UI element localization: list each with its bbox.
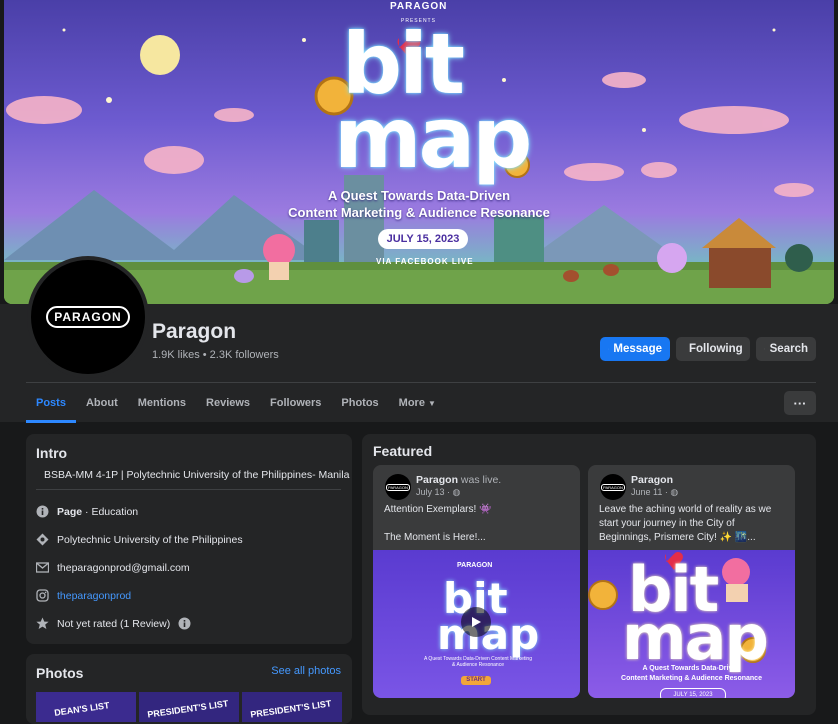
intro-title: Intro <box>36 445 67 461</box>
globe-icon: ◍ <box>453 487 461 497</box>
featured-title: Featured <box>373 443 432 459</box>
header-divider <box>26 382 816 383</box>
photos-card: Photos See all photos DEAN'S LIST PRESID… <box>26 654 352 724</box>
photo-thumb-3[interactable]: PRESIDENT'S LIST <box>242 692 342 722</box>
featured-post-2[interactable]: PARAGON Paragon June 11 · ◍ Leave the ac… <box>588 465 795 698</box>
thumb-brand: PARAGON <box>457 562 492 569</box>
cover-via: VIA FACEBOOK LIVE <box>376 257 474 266</box>
intro-category-row: Page · Education <box>36 505 138 518</box>
post-text: Leave the aching world of reality as we … <box>599 503 785 545</box>
envelope-icon <box>36 561 49 574</box>
star-icon <box>36 617 49 630</box>
page-stats[interactable]: 1.9K likes • 2.3K followers <box>152 349 279 361</box>
post-text-line-2: The Moment is Here!... <box>384 531 570 545</box>
building-3 <box>494 215 544 270</box>
tab-more[interactable]: More ▼ <box>389 392 446 422</box>
cover-title-map: map <box>334 96 529 180</box>
hut-body <box>709 248 771 288</box>
more-options-button[interactable]: ··· <box>784 391 816 415</box>
intro-email-row: theparagonprod@gmail.com <box>36 561 190 574</box>
character-green <box>785 244 813 272</box>
cover-subtitle-1: A Quest Towards Data-Driven <box>4 188 834 203</box>
page-label: Page <box>57 506 82 518</box>
intro-divider <box>36 489 341 490</box>
post-avatar[interactable]: PARAGON <box>600 474 626 500</box>
intro-bio: BSBA-MM 4-1P | Polytechnic University of… <box>44 469 349 481</box>
post-text-line-1: Attention Exemplars! 👾 <box>384 503 570 517</box>
post-image[interactable]: bit map A Quest Towards Data-Driven Cont… <box>588 550 795 698</box>
following-button[interactable]: Following <box>676 337 750 361</box>
post-text: Attention Exemplars! 👾 The Moment is Her… <box>384 503 570 545</box>
profile-avatar[interactable]: PARAGON <box>27 256 149 378</box>
globe-icon: ◍ <box>670 487 678 497</box>
post-author[interactable]: Paragon <box>416 474 458 486</box>
photo-thumb-1-text: DEAN'S LIST <box>54 700 111 718</box>
cover-photo[interactable]: PARAGON PRESENTS bit map A Quest Towards… <box>4 0 834 304</box>
image-subtitle-1: A Quest Towards Data-Driven <box>588 665 795 672</box>
thumb-subtitle: A Quest Towards Data-Driven Content Mark… <box>423 656 533 668</box>
intro-rating-row: Not yet rated (1 Review) <box>36 617 191 630</box>
instagram-icon <box>36 589 49 602</box>
photo-thumb-3-text: PRESIDENT'S LIST <box>250 698 332 719</box>
message-button[interactable]: Message <box>600 337 670 361</box>
post-avatar[interactable]: PARAGON <box>385 474 411 500</box>
image-subtitle-2: Content Marketing & Audience Resonance <box>588 675 795 682</box>
info-circle-icon[interactable] <box>178 617 191 630</box>
moon-shape <box>140 35 180 75</box>
tab-reviews[interactable]: Reviews <box>196 392 260 422</box>
intro-card: Intro BSBA-MM 4-1P | Polytechnic Univers… <box>26 434 352 644</box>
tab-posts[interactable]: Posts <box>26 392 76 422</box>
avatar-logo: PARAGON <box>46 306 129 328</box>
thumb-start: START <box>461 676 491 685</box>
search-button-label: Search <box>770 343 808 355</box>
intro-school-row: Polytechnic University of the Philippine… <box>36 533 243 546</box>
intro-rating: Not yet rated (1 Review) <box>57 618 170 630</box>
image-date: JULY 15, 2023 <box>660 688 726 698</box>
tab-more-label: More <box>399 397 425 409</box>
image-title-map: map <box>622 608 767 668</box>
post-author[interactable]: Paragon <box>631 474 673 486</box>
page-title: Paragon <box>152 320 236 344</box>
intro-email[interactable]: theparagonprod@gmail.com <box>57 562 190 574</box>
intro-school[interactable]: Polytechnic University of the Philippine… <box>57 534 243 546</box>
page-tabs: Posts About Mentions Reviews Followers P… <box>26 392 446 422</box>
cover-subtitle-2: Content Marketing & Audience Resonance <box>4 205 834 220</box>
intro-instagram-link[interactable]: theparagonprod <box>57 590 131 602</box>
photo-thumb-1[interactable]: DEAN'S LIST <box>36 692 136 722</box>
intro-instagram-row: theparagonprod <box>36 589 131 602</box>
photo-thumb-2-text: PRESIDENT'S LIST <box>147 698 229 719</box>
featured-post-1[interactable]: PARAGON Paragon was live. July 13 · ◍ At… <box>373 465 580 698</box>
post-date[interactable]: June 11 · <box>631 487 670 497</box>
caret-down-icon: ▼ <box>428 399 436 408</box>
photos-title: Photos <box>36 665 83 681</box>
message-button-label: Message <box>613 343 662 355</box>
cat-shape <box>234 269 254 283</box>
see-all-photos-link[interactable]: See all photos <box>271 665 341 677</box>
cover-brand: PARAGON <box>390 1 447 12</box>
tab-photos[interactable]: Photos <box>331 392 388 422</box>
post-video-thumbnail[interactable]: PARAGON bit map A Quest Towards Data-Dri… <box>373 550 580 698</box>
search-icon <box>764 343 765 355</box>
tab-followers[interactable]: Followers <box>260 392 331 422</box>
post-status: was live. <box>458 474 501 486</box>
character-pink <box>263 234 295 266</box>
post-date[interactable]: July 13 · <box>416 487 453 497</box>
play-icon[interactable] <box>461 607 491 637</box>
search-button[interactable]: Search <box>756 337 816 361</box>
location-tag-icon <box>36 533 49 546</box>
hut-roof <box>702 218 776 248</box>
tab-mentions[interactable]: Mentions <box>128 392 196 422</box>
info-icon <box>36 505 49 518</box>
following-button-label: Following <box>689 343 743 355</box>
tab-about[interactable]: About <box>76 392 128 422</box>
cover-date: JULY 15, 2023 <box>378 229 468 249</box>
character-lilac <box>657 243 687 273</box>
page-category: · Education <box>82 506 138 518</box>
photo-thumb-2[interactable]: PRESIDENT'S LIST <box>139 692 239 722</box>
